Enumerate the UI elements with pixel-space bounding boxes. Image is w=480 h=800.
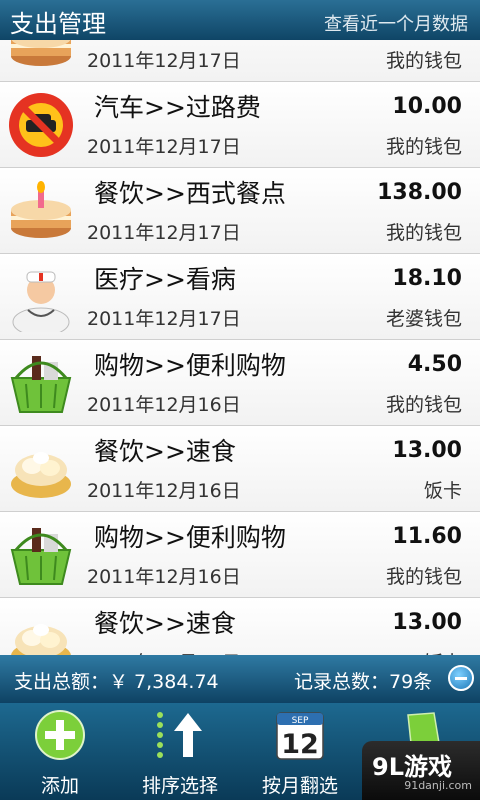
sort-button[interactable]: 排序选择	[120, 703, 240, 800]
title-bar: 支出管理 查看近一个月数据	[0, 0, 480, 40]
expense-row[interactable]: 餐饮>>速食 13.00 2011年12月16日 饭卡	[0, 426, 480, 512]
expense-date: 2011年12月15日	[87, 648, 241, 655]
calendar-month: SEP	[292, 716, 309, 726]
expense-category: 餐饮>>速食	[94, 609, 236, 638]
shopping-basket-icon	[10, 528, 72, 585]
expense-wallet: 我的钱包	[385, 136, 462, 158]
expense-row[interactable]: 购物>>便利购物 11.60 2011年12月16日 我的钱包	[0, 512, 480, 598]
expense-row[interactable]: 2011年12月17日 我的钱包	[0, 40, 480, 82]
expense-category: 餐饮>>西式餐点	[94, 179, 286, 208]
site-watermark: 9L游戏 91danji.com	[362, 741, 480, 800]
add-label: 添加	[40, 775, 79, 797]
calendar-icon: SEP 12	[276, 712, 324, 760]
cake-icon	[11, 40, 71, 66]
collapse-minus-icon[interactable]	[448, 665, 474, 691]
expense-date: 2011年12月17日	[87, 308, 241, 330]
expense-wallet: 我的钱包	[385, 222, 462, 244]
add-button[interactable]: 添加	[0, 703, 120, 800]
expense-amount: 13.00	[392, 438, 462, 463]
expense-amount: 13.00	[392, 610, 462, 635]
expense-amount: 18.10	[392, 266, 462, 291]
expense-row[interactable]: 医疗>>看病 18.10 2011年12月17日 老婆钱包	[0, 254, 480, 340]
calendar-day: 12	[281, 729, 319, 760]
expense-wallet: 我的钱包	[385, 50, 462, 72]
record-count: 记录总数：79条	[294, 671, 433, 693]
doctor-icon	[12, 271, 70, 332]
expense-date: 2011年12月16日	[87, 480, 241, 502]
expense-wallet: 我的钱包	[385, 566, 462, 588]
month-filter-button[interactable]: SEP 12 按月翻选	[240, 703, 360, 800]
page-title: 支出管理	[10, 10, 106, 38]
expense-date: 2011年12月16日	[87, 566, 241, 588]
expense-amount: 11.60	[392, 524, 462, 549]
expense-category: 购物>>便利购物	[94, 523, 286, 552]
expense-category: 购物>>便利购物	[94, 351, 286, 380]
shopping-basket-icon	[10, 356, 72, 413]
expense-category: 汽车>>过路费	[94, 93, 261, 122]
fast-food-icon	[11, 624, 71, 655]
expense-list[interactable]: 2011年12月17日 我的钱包 汽车>>过路费 10.00 2011年12月17日 我的…	[0, 40, 480, 655]
expense-wallet: 饭卡	[423, 480, 462, 502]
view-recent-month-link[interactable]: 查看近一个月数据	[324, 10, 468, 36]
expense-date: 2011年12月17日	[87, 136, 241, 158]
expense-wallet: 老婆钱包	[385, 308, 462, 330]
sort-label: 排序选择	[141, 775, 218, 797]
no-car-sign-icon	[9, 93, 73, 157]
expense-date: 2011年12月17日	[87, 222, 241, 244]
expense-amount: 10.00	[392, 94, 462, 119]
expense-amount: 138.00	[377, 180, 462, 205]
expense-row[interactable]: 餐饮>>速食 13.00 2011年12月15日 饭卡	[0, 598, 480, 655]
expense-date: 2011年12月17日	[87, 50, 241, 72]
watermark-url: 91danji.com	[404, 779, 472, 792]
expense-wallet: 我的钱包	[385, 394, 462, 416]
expense-total: 支出总额：￥ 7,384.74	[14, 671, 219, 693]
expense-amount: 4.50	[407, 352, 462, 377]
expense-row[interactable]: 汽车>>过路费 10.00 2011年12月17日 我的钱包	[0, 82, 480, 168]
sort-arrow-icon	[157, 712, 202, 758]
expense-row[interactable]: 餐饮>>西式餐点 138.00 2011年12月17日 我的钱包	[0, 168, 480, 254]
expense-row[interactable]: 购物>>便利购物 4.50 2011年12月16日 我的钱包	[0, 340, 480, 426]
plus-circle-icon	[35, 710, 85, 760]
fast-food-icon	[11, 452, 71, 498]
summary-bar: 支出总额：￥ 7,384.74 记录总数：79条	[0, 655, 480, 703]
expense-category: 餐饮>>速食	[94, 437, 236, 466]
watermark-title: 9L游戏	[372, 753, 452, 781]
month-filter-label: 按月翻选	[261, 775, 338, 797]
expense-category: 医疗>>看病	[94, 265, 236, 294]
expense-wallet: 饭卡	[424, 648, 462, 655]
expense-date: 2011年12月16日	[87, 394, 241, 416]
cake-icon	[11, 181, 71, 238]
